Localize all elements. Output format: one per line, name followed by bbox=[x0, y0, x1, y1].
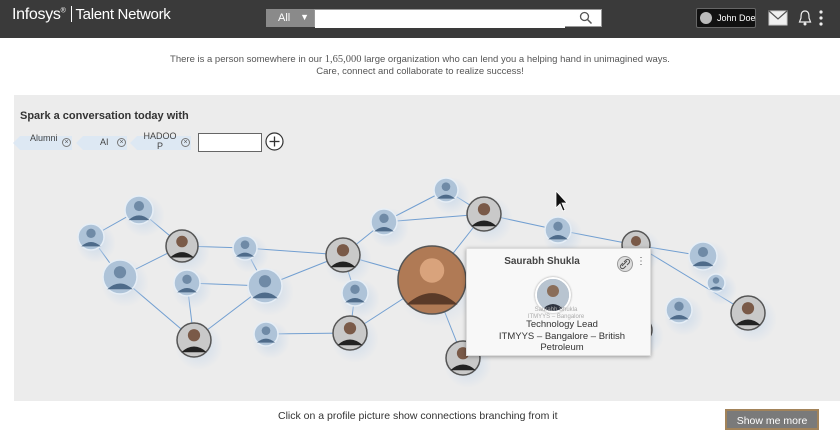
close-icon[interactable]: × bbox=[181, 138, 190, 147]
profile-node[interactable] bbox=[76, 223, 116, 263]
profile-node[interactable] bbox=[231, 235, 269, 273]
profile-node[interactable] bbox=[172, 269, 212, 309]
instruction-text: Click on a profile picture show connecti… bbox=[278, 410, 558, 422]
spark-title: Spark a conversation today with bbox=[20, 110, 189, 122]
profile-node[interactable] bbox=[369, 208, 409, 248]
profile-node[interactable] bbox=[123, 195, 165, 237]
close-icon[interactable]: × bbox=[62, 138, 71, 147]
add-icon[interactable] bbox=[265, 132, 284, 151]
profile-node[interactable] bbox=[175, 322, 223, 370]
profile-node[interactable] bbox=[324, 237, 372, 285]
tag-label: HADOOP bbox=[143, 131, 177, 151]
profile-node[interactable] bbox=[465, 196, 513, 244]
profile-node[interactable] bbox=[101, 259, 149, 307]
profile-org: ITMYYS – Bangalore – British bbox=[498, 330, 626, 342]
profile-node[interactable] bbox=[729, 295, 777, 343]
profile-node[interactable] bbox=[432, 177, 470, 215]
profile-org-cont: Petroleum bbox=[540, 342, 584, 353]
tag-label: Alumni bbox=[30, 133, 58, 143]
profile-node[interactable] bbox=[164, 229, 210, 275]
tag-label: AI bbox=[100, 137, 109, 147]
profile-node[interactable] bbox=[246, 268, 294, 316]
profile-node[interactable] bbox=[252, 321, 290, 359]
cursor-pointer-icon bbox=[555, 189, 568, 212]
profile-role: Technology Lead bbox=[526, 319, 598, 330]
tag-chip[interactable]: HADOOP × bbox=[130, 131, 191, 151]
profile-node[interactable] bbox=[340, 279, 380, 319]
connection-network bbox=[76, 177, 777, 388]
profile-nodes bbox=[76, 177, 777, 388]
profile-node[interactable] bbox=[705, 273, 737, 305]
close-icon[interactable]: × bbox=[117, 138, 126, 147]
profile-name: Saurabh Shukla bbox=[504, 256, 580, 267]
tag-input[interactable] bbox=[198, 133, 262, 152]
profile-card[interactable]: Saurabh Shukla ⋮ Saurabh Shukla ITMYYS –… bbox=[466, 248, 651, 356]
tag-chip[interactable]: Alumni × bbox=[13, 133, 72, 150]
profile-node[interactable] bbox=[664, 296, 704, 336]
profile-node[interactable] bbox=[331, 315, 379, 363]
link-icon[interactable] bbox=[617, 256, 633, 272]
profile-details: Technology Lead ITMYYS – Bangalore – Bri… bbox=[487, 319, 637, 354]
show-more-button[interactable]: Show me more bbox=[725, 409, 819, 430]
more-vert-icon[interactable]: ⋮ bbox=[636, 256, 646, 267]
tag-chip[interactable]: AI × bbox=[76, 136, 127, 150]
